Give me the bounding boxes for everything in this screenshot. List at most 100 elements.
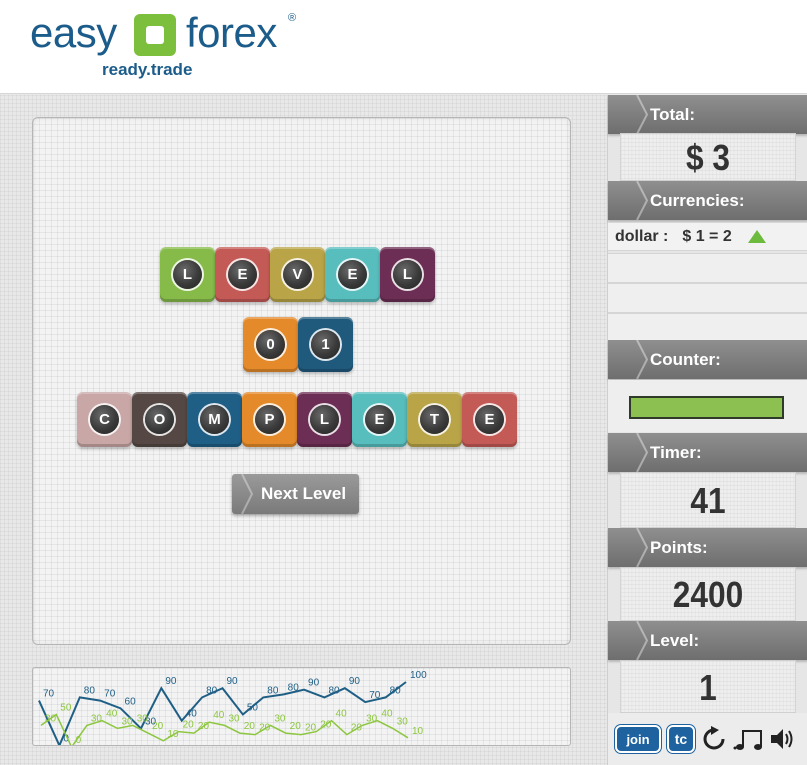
chart-data-label: 20 [183,720,195,731]
currency-slot-empty [608,313,807,343]
game-board: LEVEL 01 COMPLETE Next Level [32,117,571,645]
letter-tile: E [352,392,407,447]
tile-row-complete: COMPLETE [77,392,517,447]
chevron-right-icon [636,181,648,220]
counter-progress-fill [631,398,782,417]
letter-tile: M [187,392,242,447]
letter-tile-label: V [283,260,312,289]
chart-data-label: 30 [121,716,133,727]
letter-tile: L [380,247,435,302]
points-value: 2400 [620,567,796,621]
chart-data-label: 90 [165,676,177,687]
chevron-right-icon [636,621,648,660]
tile-row-level: LEVEL [160,247,435,302]
chart-data-label: 20 [244,721,256,732]
terms-button[interactable]: tc [667,725,695,753]
logo-word-easy: easy [30,9,117,56]
level-label: Level: [650,631,700,650]
chart-data-label: 40 [106,709,118,720]
logo-registered-mark: ® [288,12,297,24]
letter-tile-label: L [393,260,422,289]
chart-data-label: 50 [60,703,72,714]
chart-data-label: 10 [167,729,179,740]
sound-volume-icon[interactable] [769,725,795,753]
chart-svg: 70080 706030904080905080 80 90809070 8010030… [38,670,427,746]
chart-data-label: 70 [43,689,55,700]
join-button[interactable]: join [615,725,661,753]
total-label: Total: [650,105,696,124]
chart-data-label: 20 [290,721,302,732]
total-value: $ 3 [620,133,796,181]
letter-tile: L [160,247,215,302]
chart-data-label: 80 [84,685,96,696]
next-level-button[interactable]: Next Level [232,474,359,514]
letter-tile: E [462,392,517,447]
easy-forex-logo[interactable]: easy forex ® ready.trade [30,10,310,85]
letter-tile: L [297,392,352,447]
chart-data-label: 50 [247,703,259,714]
letter-tile: 0 [243,317,298,372]
sidebar-footer-toolbar: join tc [608,713,807,765]
currency-rate: $ 1 = 2 [682,227,732,245]
letter-tile-label: 1 [311,330,340,359]
counter-header: Counter: [608,340,807,379]
chart-data-label: 80 [390,685,402,696]
letter-tile-label: 0 [256,330,285,359]
points-header: Points: [608,528,807,567]
letter-tile: E [215,247,270,302]
chart-data-label: 30 [229,713,241,724]
timer-header: Timer: [608,433,807,472]
letter-tile-label: M [200,405,229,434]
letter-tile: V [270,247,325,302]
level-value: 1 [620,660,796,713]
letter-tile: 1 [298,317,353,372]
price-chart: 70 0 80 70 60 30 90 40 80 90 50 80 80 90 80 90 70 80 100 30… [32,667,571,746]
currencies-header: Currencies: [608,181,807,220]
chart-data-label: 10 [412,726,424,737]
chart-data-label: 40 [336,709,348,720]
chart-data-label: 30 [137,713,149,724]
chart-data-label: 0 [76,735,82,746]
level-header: Level: [608,621,807,660]
chart-data-label: 20 [320,720,332,731]
letter-tile-label: C [90,405,119,434]
chart-data-label: 90 [308,678,320,689]
letter-tile-label: P [255,405,284,434]
chart-data-label: 30 [45,713,57,724]
currencies-label: Currencies: [650,191,745,210]
chevron-right-icon [636,340,648,379]
letter-tile: C [77,392,132,447]
chart-data-label: 80 [288,682,300,693]
timer-label: Timer: [650,443,702,462]
chevron-right-icon [636,433,648,472]
chart-data-label: 40 [186,709,198,720]
letter-tile-label: E [475,405,504,434]
next-level-label: Next Level [261,484,347,503]
chart-data-label: 80 [206,685,218,696]
chevron-right-icon [636,528,648,567]
site-header: easy forex ® ready.trade [0,0,807,94]
chart-data-label: 90 [349,676,361,687]
sidebar: Total: $ 3 Currencies: dollar : $ 1 = 2 … [607,95,807,765]
letter-tile: T [407,392,462,447]
chart-data-label: 70 [104,689,116,700]
logo-box-icon [134,14,176,56]
restart-icon[interactable] [701,725,727,753]
counter-progress-bar [629,396,784,419]
music-toggle-icon[interactable] [733,725,763,753]
chart-data-label: 90 [227,676,239,687]
total-header: Total: [608,95,807,134]
chart-data-label: 30 [274,713,286,724]
letter-tile-label: L [310,405,339,434]
letter-tile: P [242,392,297,447]
counter-area [608,380,807,432]
currency-slot-empty [608,253,807,283]
currency-row-dollar: dollar : $ 1 = 2 [608,223,807,251]
letter-tile-label: E [338,260,367,289]
chart-data-label: 80 [267,685,279,696]
letter-tile-label: E [365,405,394,434]
chart-data-label: 70 [369,690,381,701]
chart-data-label: 30 [397,716,409,727]
chart-data-label: 30 [366,713,378,724]
chart-data-label: 80 [328,685,340,696]
